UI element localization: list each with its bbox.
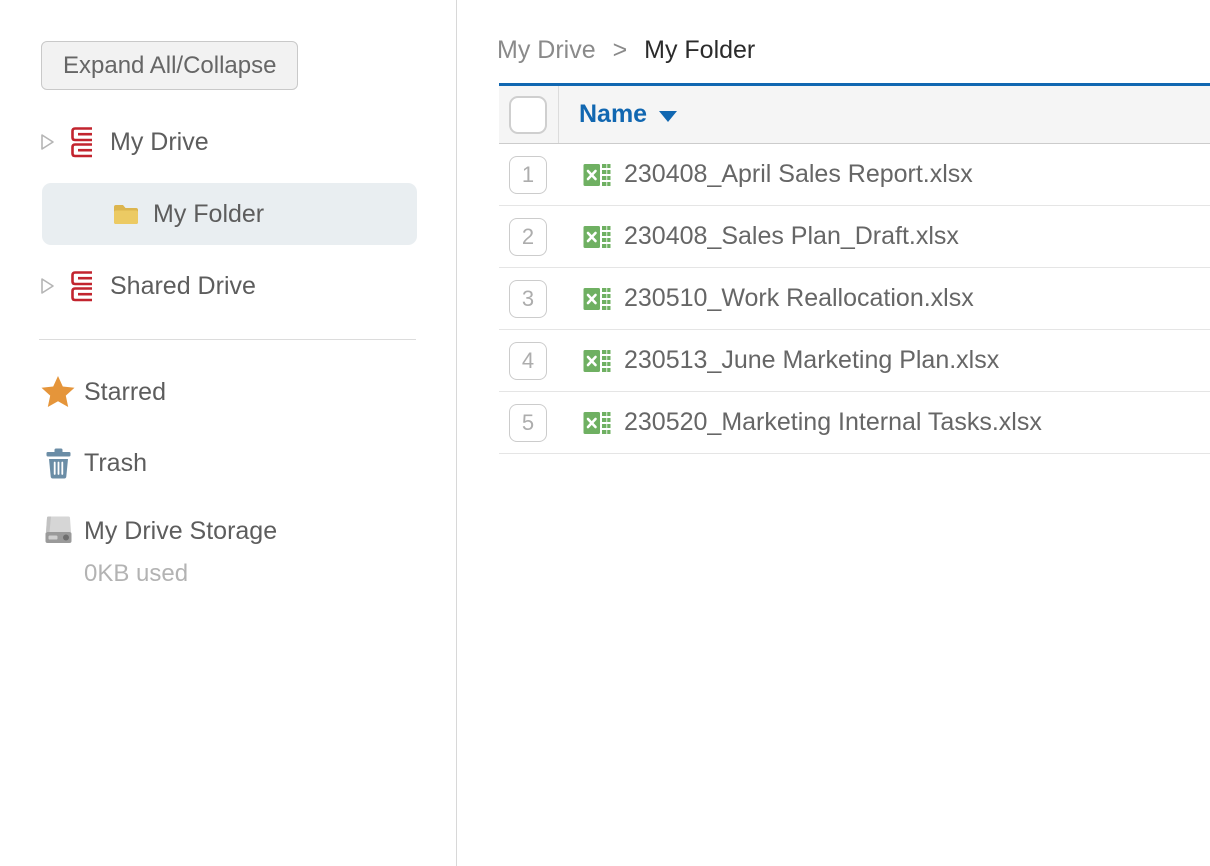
drive-icon <box>68 270 95 303</box>
file-name[interactable]: 230408_Sales Plan_Draft.xlsx <box>624 222 959 251</box>
row-number-badge[interactable]: 5 <box>509 404 547 442</box>
storage-usage-text: 0KB used <box>84 560 456 588</box>
excel-file-icon <box>583 225 611 249</box>
excel-file-icon <box>583 411 611 435</box>
name-column-header[interactable]: Name <box>579 100 647 129</box>
sort-desc-icon[interactable] <box>659 111 677 122</box>
sidebar-item-label: My Drive Storage <box>84 517 277 546</box>
trash-icon <box>40 448 76 479</box>
folder-tree: My Drive My Folder Shared Driv <box>0 120 456 308</box>
tree-item-label: Shared Drive <box>110 272 256 301</box>
tree-item-shared-drive[interactable]: Shared Drive <box>0 264 456 308</box>
row-number-badge[interactable]: 3 <box>509 280 547 318</box>
expand-caret-icon[interactable] <box>40 133 55 151</box>
file-name[interactable]: 230408_April Sales Report.xlsx <box>624 160 973 189</box>
breadcrumb-separator: > <box>613 36 628 64</box>
excel-file-icon <box>583 287 611 311</box>
sidebar-divider <box>39 339 416 340</box>
sidebar-item-starred[interactable]: Starred <box>0 369 456 415</box>
storage-icon <box>40 516 76 546</box>
breadcrumb: My Drive > My Folder <box>457 0 1210 66</box>
row-number-badge[interactable]: 2 <box>509 218 547 256</box>
star-icon <box>40 375 76 409</box>
sidebar-shortcuts: Starred Trash <box>0 369 456 588</box>
table-row[interactable]: 2 230408_Sales Plan_Draft.xlsx <box>499 206 1210 268</box>
file-name[interactable]: 230520_Marketing Internal Tasks.xlsx <box>624 408 1042 437</box>
file-name[interactable]: 230513_June Marketing Plan.xlsx <box>624 346 999 375</box>
drive-app: Expand All/Collapse My Drive My <box>0 0 1210 866</box>
breadcrumb-parent-link[interactable]: My Drive <box>497 36 596 64</box>
excel-file-icon <box>583 349 611 373</box>
sidebar: Expand All/Collapse My Drive My <box>0 0 457 866</box>
row-number-badge[interactable]: 1 <box>509 156 547 194</box>
expand-all-collapse-button[interactable]: Expand All/Collapse <box>41 41 298 90</box>
table-row[interactable]: 5 230520_Marketing Internal Tasks.xlsx <box>499 392 1210 454</box>
tree-item-my-drive[interactable]: My Drive <box>0 120 456 164</box>
tree-item-my-folder[interactable]: My Folder <box>42 183 417 245</box>
file-list-panel: My Drive > My Folder Name 1 230408_April <box>457 0 1210 866</box>
table-row[interactable]: 3 230510_Work Reallocation.xlsx <box>499 268 1210 330</box>
excel-file-icon <box>583 163 611 187</box>
folder-icon <box>112 202 140 227</box>
tree-item-label: My Drive <box>110 128 209 157</box>
sidebar-item-my-drive-storage[interactable]: My Drive Storage <box>0 508 456 554</box>
table-row[interactable]: 1 230408_April Sales Report.xlsx <box>499 144 1210 206</box>
table-header-row: Name <box>499 83 1210 144</box>
sidebar-item-label: Starred <box>84 378 166 407</box>
table-row[interactable]: 4 230513_June Marketing Plan.xlsx <box>499 330 1210 392</box>
select-all-checkbox[interactable] <box>509 96 547 134</box>
sidebar-item-trash[interactable]: Trash <box>0 440 456 486</box>
file-name[interactable]: 230510_Work Reallocation.xlsx <box>624 284 974 313</box>
tree-item-label: My Folder <box>153 200 264 229</box>
expand-caret-icon[interactable] <box>40 277 55 295</box>
sidebar-item-label: Trash <box>84 449 147 478</box>
file-table: Name 1 230408_April Sales Report.xlsx 2 … <box>499 83 1210 454</box>
row-number-badge[interactable]: 4 <box>509 342 547 380</box>
select-all-cell <box>499 86 559 143</box>
drive-icon <box>68 126 95 159</box>
breadcrumb-current: My Folder <box>644 36 755 64</box>
name-header-cell: Name <box>559 86 677 143</box>
